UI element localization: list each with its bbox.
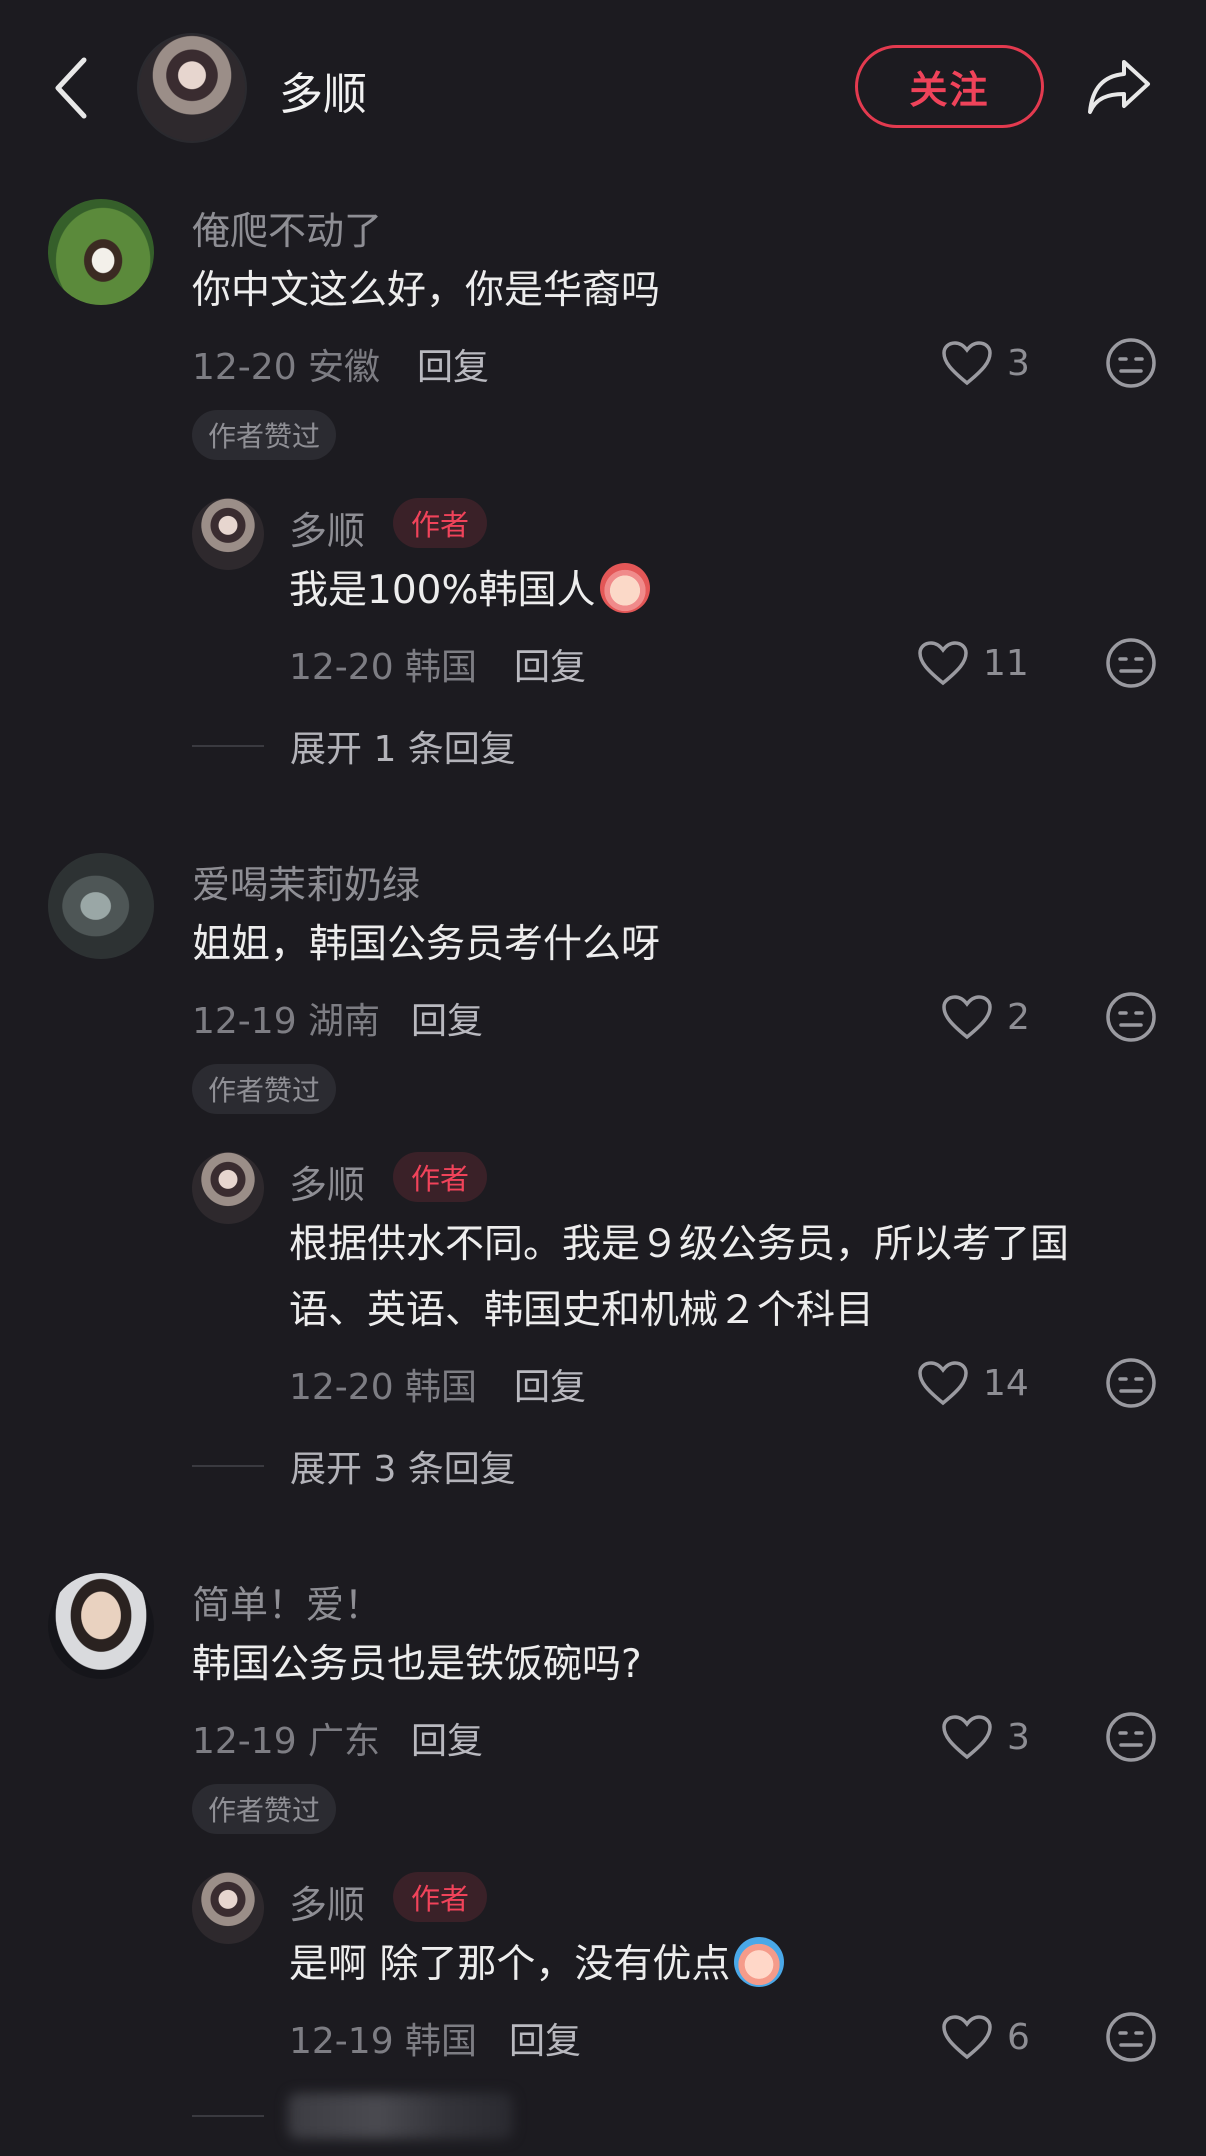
comment-text[interactable]: 韩国公务员也是铁饭碗吗? [192,1632,642,1698]
divider-line [192,745,264,747]
crying-face-emoji-icon [734,1937,785,1987]
comment-username[interactable]: 爱喝茉莉奶绿 [192,854,420,909]
blurred-expand-replies [288,2093,513,2139]
heart-icon [918,641,968,686]
like-count: 6 [1007,2016,1030,2058]
neutral-face-icon[interactable] [1105,637,1157,689]
like-button[interactable]: 3 [941,1714,1030,1760]
liked-by-author-badge: 作者赞过 [192,1784,337,1834]
author-tag: 作者 [393,1872,487,1922]
reply-date-location: 12-19 韩国 [289,2021,478,2062]
neutral-face-icon[interactable] [1105,2011,1157,2063]
heart-icon [918,1361,968,1406]
reply-username[interactable]: 多顺 [289,1874,365,1929]
neutral-face-icon[interactable] [1105,991,1157,1043]
like-count: 3 [1007,1716,1030,1758]
like-button[interactable]: 3 [941,340,1030,386]
neutral-face-icon[interactable] [1105,337,1157,389]
like-count: 11 [983,642,1029,684]
author-name[interactable]: 多顺 [279,58,367,122]
like-count: 14 [983,1362,1029,1404]
avatar[interactable] [48,199,154,305]
comment-date-location: 12-19 广东 [192,1721,381,1762]
divider-line [192,2115,264,2117]
reply-text-content: 我是100%韩国人 [289,568,596,613]
reply-button[interactable]: 回复 [509,2012,581,2064]
reply-username[interactable]: 多顺 [289,1154,365,1209]
liked-by-author-badge: 作者赞过 [192,1064,337,1114]
reply-date-location: 12-20 韩国 [289,647,478,688]
comment-text[interactable]: 姐姐，韩国公务员考什么呀 [192,912,660,978]
heart-icon [942,2015,992,2060]
avatar[interactable] [48,1573,154,1679]
avatar[interactable] [48,853,154,959]
reply-button[interactable]: 回复 [411,992,483,1044]
like-button[interactable]: 6 [941,2014,1030,2060]
reply-date-location: 12-20 韩国 [289,1367,478,1408]
comment-username[interactable]: 俺爬不动了 [192,200,382,255]
like-count: 2 [1007,996,1030,1038]
heart-icon [942,1715,992,1760]
comment-date-location: 12-19 湖南 [192,1001,381,1042]
divider-line [192,1465,264,1467]
avatar[interactable] [192,1872,264,1944]
share-icon[interactable] [1086,56,1152,116]
author-tag: 作者 [393,498,487,548]
avatar[interactable] [192,1152,264,1224]
like-button[interactable]: 11 [917,640,1029,686]
reply-text[interactable]: 是啊 除了那个，没有优点 [289,1932,785,1998]
expand-replies-button[interactable]: 展开 1 条回复 [192,720,516,772]
like-button[interactable]: 2 [941,994,1030,1040]
neutral-face-icon[interactable] [1105,1357,1157,1409]
heart-icon [942,995,992,1040]
reply-button[interactable]: 回复 [514,1358,586,1410]
author-tag: 作者 [393,1152,487,1202]
avatar[interactable] [192,498,264,570]
reply-button[interactable]: 回复 [514,638,586,690]
reply-button[interactable]: 回复 [417,338,489,390]
expand-replies-button[interactable]: 展开 3 条回复 [192,1440,516,1492]
heart-icon [942,341,992,386]
comment-date-location: 12-20 安徽 [192,347,381,388]
like-count: 3 [1007,342,1030,384]
like-button[interactable]: 14 [917,1360,1029,1406]
author-avatar[interactable] [137,33,247,143]
reply-username[interactable]: 多顺 [289,500,365,555]
shy-face-emoji-icon [599,563,650,613]
neutral-face-icon[interactable] [1105,1711,1157,1763]
expand-replies-label: 展开 3 条回复 [290,1449,516,1490]
back-chevron-icon[interactable] [52,56,92,120]
reply-button[interactable]: 回复 [411,1712,483,1764]
reply-text-content: 是啊 除了那个，没有优点 [289,1942,731,1987]
reply-text-line-1[interactable]: 根据供水不同。我是９级公务员，所以考了国 [289,1212,1069,1278]
comment-username[interactable]: 简单！爱！ [192,1574,382,1629]
expand-replies-label: 展开 1 条回复 [290,729,516,770]
reply-text[interactable]: 我是100%韩国人 [289,558,650,624]
comment-text[interactable]: 你中文这么好，你是华裔吗 [192,258,660,324]
top-bar: 多顺 关注 [0,0,1206,175]
liked-by-author-badge: 作者赞过 [192,410,337,460]
follow-button[interactable]: 关注 [855,45,1044,128]
reply-text-line-2[interactable]: 语、英语、韩国史和机械２个科目 [289,1278,874,1344]
